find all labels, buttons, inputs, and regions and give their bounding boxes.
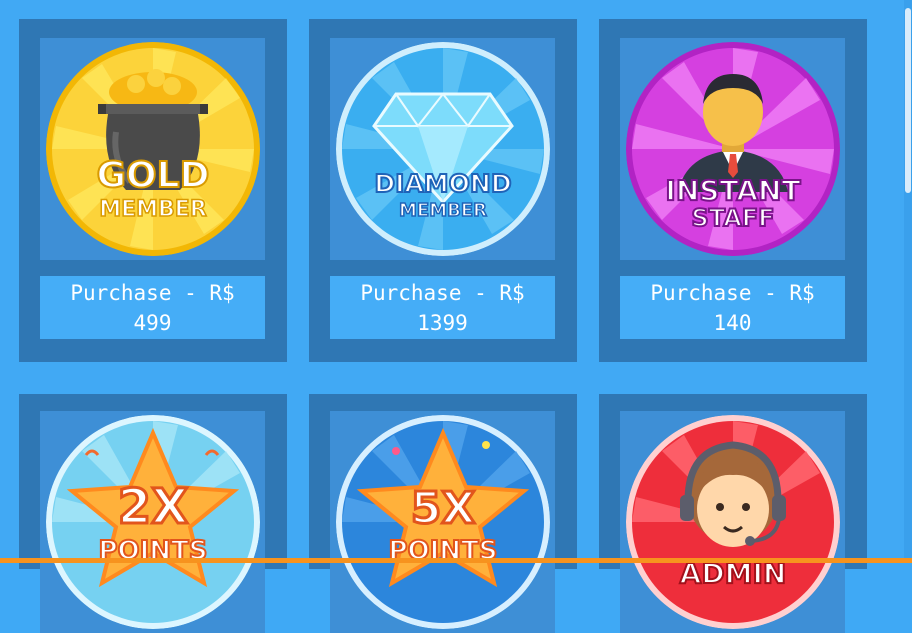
svg-text:STAFF: STAFF: [691, 204, 774, 232]
purchase-button-gold-member[interactable]: Purchase - R$ 499: [40, 276, 265, 339]
diamond-member-badge[interactable]: DIAMOND MEMBER: [336, 42, 550, 256]
star-icon: 2X POINTS: [46, 415, 260, 629]
instant-staff-badge[interactable]: INSTANT STAFF: [626, 42, 840, 256]
shop-item-diamond-member: DIAMOND MEMBER Purchase - R$ 1399: [309, 19, 577, 362]
admin-badge[interactable]: ADMIN: [626, 415, 840, 629]
purchase-label: Purchase - R$: [360, 280, 525, 305]
svg-text:MEMBER: MEMBER: [99, 197, 207, 222]
svg-text:5X: 5X: [411, 483, 476, 534]
svg-text:MEMBER: MEMBER: [399, 200, 487, 221]
bottom-accent-bar: [0, 558, 912, 563]
price-value: 140: [713, 310, 752, 335]
svg-text:DIAMOND: DIAMOND: [374, 169, 511, 198]
shop-item-gold-member: GOLD MEMBER Purchase - R$ 499: [19, 19, 287, 362]
price-value: 1399: [417, 310, 468, 335]
purchase-label: Purchase - R$: [70, 280, 235, 305]
staff-person-icon: INSTANT STAFF: [626, 42, 840, 256]
gold-member-badge[interactable]: GOLD MEMBER: [46, 42, 260, 256]
price-value: 499: [133, 310, 172, 335]
badge-frame: 2X POINTS: [40, 411, 265, 633]
gamepass-shop: GOLD MEMBER Purchase - R$ 499 DIAMOND ME…: [0, 0, 912, 633]
purchase-label: Purchase - R$: [650, 280, 815, 305]
scrollbar-thumb[interactable]: [905, 8, 911, 193]
2x-points-badge[interactable]: 2X POINTS: [46, 415, 260, 629]
shop-item-admin: ADMIN: [599, 394, 867, 633]
badge-frame: DIAMOND MEMBER: [330, 38, 555, 260]
badge-frame: ADMIN: [620, 411, 845, 633]
purchase-button-diamond-member[interactable]: Purchase - R$ 1399: [330, 276, 555, 339]
badge-frame: INSTANT STAFF: [620, 38, 845, 260]
badge-frame: GOLD MEMBER: [40, 38, 265, 260]
svg-text:2X: 2X: [118, 479, 188, 535]
shop-item-5x-points: 5X POINTS: [309, 394, 577, 633]
badge-frame: 5X POINTS: [330, 411, 555, 633]
headset-person-icon: ADMIN: [626, 415, 840, 629]
shop-item-2x-points: 2X POINTS: [19, 394, 287, 633]
star-icon: 5X POINTS: [336, 415, 550, 629]
purchase-button-instant-staff[interactable]: Purchase - R$ 140: [620, 276, 845, 339]
svg-text:GOLD: GOLD: [97, 155, 210, 196]
scrollbar[interactable]: [904, 0, 912, 558]
svg-text:INSTANT: INSTANT: [665, 174, 800, 207]
gold-pot-icon: GOLD MEMBER: [46, 42, 260, 256]
diamond-icon: DIAMOND MEMBER: [336, 42, 550, 256]
5x-points-badge[interactable]: 5X POINTS: [336, 415, 550, 629]
shop-item-instant-staff: INSTANT STAFF Purchase - R$ 140: [599, 19, 867, 362]
